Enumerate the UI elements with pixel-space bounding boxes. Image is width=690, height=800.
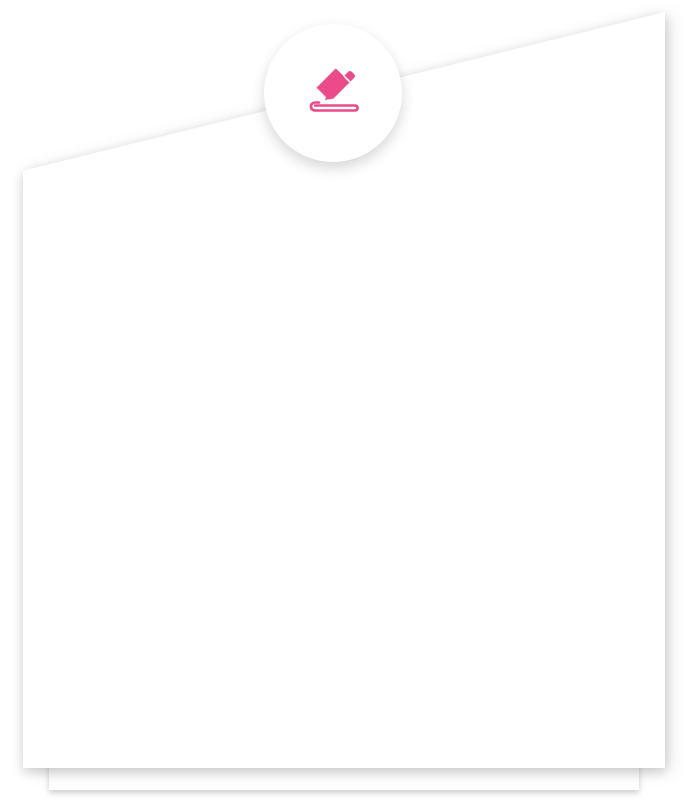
edit-badge [264, 24, 402, 162]
signup-card-stage [0, 0, 690, 800]
edit-pencil-icon [307, 67, 359, 119]
